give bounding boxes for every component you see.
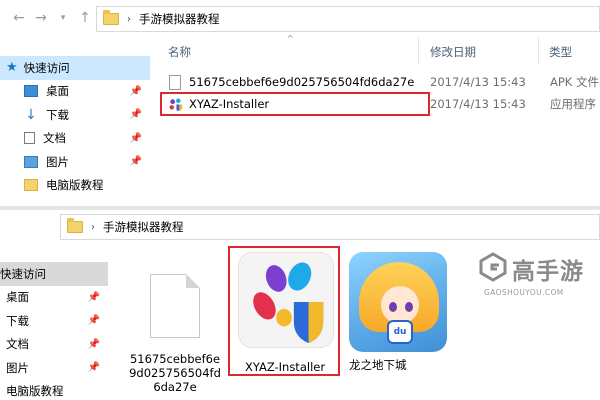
sidebar-item-pictures[interactable]: 图片 📌 <box>0 150 150 174</box>
column-header-type[interactable]: 类型 <box>549 44 572 60</box>
character-face <box>381 286 419 324</box>
highlight-box <box>228 246 340 376</box>
document-icon <box>24 132 35 145</box>
pin-icon[interactable]: 📌 <box>130 156 142 167</box>
column-divider[interactable] <box>538 38 539 64</box>
address-bar[interactable]: › 手游模拟器教程 <box>96 6 600 32</box>
sidebar-item-label: 文档 <box>43 131 66 146</box>
address-bar[interactable]: › 手游模拟器教程 <box>60 214 600 240</box>
explorer-details-pane: ← → ▾ ↑ › 手游模拟器教程 ★ 快速访问 桌面 📌 ↓ 下载 📌 文档 … <box>0 0 600 206</box>
sidebar-item-label: 图片 <box>6 360 29 375</box>
download-icon: ↓ <box>25 106 37 123</box>
file-name: 龙之地下城 <box>349 358 407 372</box>
pin-icon[interactable]: 📌 <box>130 86 142 97</box>
game-app-icon: du <box>349 252 447 352</box>
file-type: APK 文件 <box>550 75 599 89</box>
folder-icon <box>24 179 38 192</box>
baidu-badge-icon: du <box>387 320 413 344</box>
sidebar-item-pictures[interactable]: 图片 📌 <box>0 356 108 380</box>
sidebar-item-quick-access[interactable]: 快速访问 <box>0 262 108 286</box>
explorer-large-icons-pane: › 手游模拟器教程 快速访问 桌面 📌 下载 📌 文档 📌 图片 📌 电脑版教程 <box>0 206 600 400</box>
column-header-date[interactable]: 修改日期 <box>430 44 476 60</box>
navigation-bar: › 手游模拟器教程 <box>0 210 600 246</box>
breadcrumb-separator: › <box>91 221 95 233</box>
pin-icon[interactable]: 📌 <box>130 109 142 120</box>
file-type: 应用程序 <box>550 97 596 111</box>
pin-icon[interactable]: 📌 <box>88 339 100 350</box>
sidebar-item-label: 电脑版教程 <box>6 384 64 399</box>
pictures-icon <box>24 155 38 168</box>
pin-icon[interactable]: 📌 <box>88 315 100 326</box>
character-eye <box>389 302 397 312</box>
forward-arrow-icon[interactable]: → <box>30 10 52 26</box>
watermark-name: 高手游 <box>512 259 584 285</box>
file-tile[interactable]: du 龙之地下城 <box>345 250 455 375</box>
breadcrumb-separator: › <box>127 13 131 25</box>
recent-locations-icon[interactable]: ▾ <box>52 13 74 23</box>
sidebar-item-documents[interactable]: 文档 📌 <box>0 127 150 151</box>
sidebar-item-downloads[interactable]: 下载 📌 <box>0 309 108 333</box>
sidebar-item-documents[interactable]: 文档 📌 <box>0 333 108 357</box>
back-arrow-icon[interactable]: ← <box>8 10 30 26</box>
sidebar-item-label: 桌面 <box>46 84 69 99</box>
desktop-icon <box>24 85 38 98</box>
file-name: 51675cebbef6e 9d025756504fd 6da27e <box>129 352 221 394</box>
pin-icon[interactable]: 📌 <box>88 292 100 303</box>
blank-file-icon <box>150 274 200 338</box>
sidebar-item-label: 图片 <box>46 154 69 169</box>
column-header-name[interactable]: 名称 <box>168 44 191 60</box>
breadcrumb-folder[interactable]: 手游模拟器教程 <box>139 11 220 27</box>
sidebar-item-label: 电脑版教程 <box>46 178 104 193</box>
navigation-sidebar: ★ 快速访问 桌面 📌 ↓ 下载 📌 文档 📌 图片 📌 电脑版教程 <box>0 56 150 197</box>
file-icon <box>169 74 181 90</box>
up-arrow-icon[interactable]: ↑ <box>74 10 96 26</box>
column-divider[interactable] <box>418 38 419 64</box>
sidebar-item-downloads[interactable]: ↓ 下载 📌 <box>0 103 150 127</box>
star-icon: ★ <box>6 60 18 76</box>
column-headers: 名称 修改日期 类型 <box>162 38 600 64</box>
sidebar-item-quick-access[interactable]: ★ 快速访问 <box>0 56 150 80</box>
folder-icon <box>67 218 83 233</box>
sidebar-item-pc-tutorials[interactable]: 电脑版教程 <box>0 174 150 198</box>
watermark-logo-icon <box>479 252 507 282</box>
navigation-bar: ← → ▾ ↑ › 手游模拟器教程 <box>0 0 600 36</box>
file-name: 51675cebbef6e9d025756504fd6da27e <box>189 75 415 89</box>
file-date: 2017/4/13 15:43 <box>430 75 526 89</box>
sidebar-item-label: 下载 <box>6 313 29 328</box>
watermark-url: GAOSHOUYOU.COM <box>484 288 564 297</box>
sidebar-item-label: 快速访问 <box>0 266 46 281</box>
character-eye <box>405 302 413 312</box>
pin-icon[interactable]: 📌 <box>88 362 100 373</box>
pin-icon[interactable]: 📌 <box>130 133 142 144</box>
folder-icon <box>103 10 119 25</box>
breadcrumb-folder[interactable]: 手游模拟器教程 <box>103 219 184 235</box>
sidebar-item-label: 桌面 <box>6 290 29 305</box>
file-row[interactable]: 51675cebbef6e9d025756504fd6da27e 2017/4/… <box>165 72 600 92</box>
navigation-sidebar: 快速访问 桌面 📌 下载 📌 文档 📌 图片 📌 电脑版教程 <box>0 262 108 400</box>
sidebar-item-label: 下载 <box>46 107 69 122</box>
sidebar-item-pc-tutorials[interactable]: 电脑版教程 <box>0 380 108 400</box>
file-date: 2017/4/13 15:43 <box>430 97 526 111</box>
sidebar-item-label: 快速访问 <box>23 60 70 75</box>
highlight-box <box>160 92 430 116</box>
sort-ascending-icon: ^ <box>287 34 294 43</box>
sidebar-item-desktop[interactable]: 桌面 📌 <box>0 286 108 310</box>
file-tile[interactable]: 51675cebbef6e 9d025756504fd 6da27e <box>128 250 222 400</box>
sidebar-item-label: 文档 <box>6 337 29 352</box>
sidebar-item-desktop[interactable]: 桌面 📌 <box>0 80 150 104</box>
